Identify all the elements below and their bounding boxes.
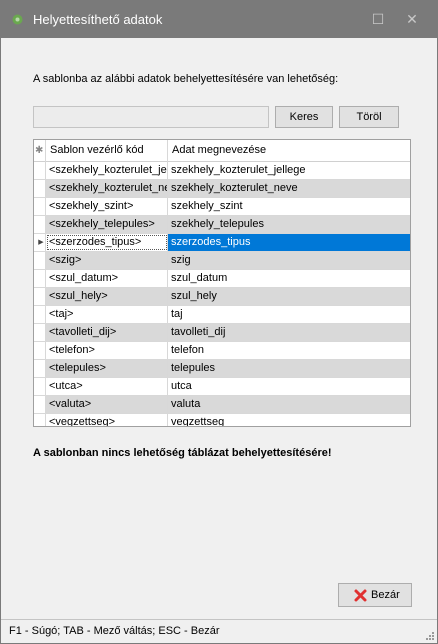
cell-data-name[interactable]: utca	[168, 378, 410, 395]
cell-data-name[interactable]: szerzodes_tipus	[168, 234, 410, 251]
cell-data-name[interactable]: szig	[168, 252, 410, 269]
table-row[interactable]: <szig> szig	[34, 252, 410, 270]
table-row[interactable]: <szekhely_kozterulet_jellege>szekhely_ko…	[34, 162, 410, 180]
search-button[interactable]: Keres	[275, 106, 333, 128]
row-header[interactable]	[34, 360, 46, 377]
row-header[interactable]	[34, 180, 46, 197]
cell-data-name[interactable]: szul_hely	[168, 288, 410, 305]
grid-body: <szekhely_kozterulet_jellege>szekhely_ko…	[34, 162, 410, 426]
cell-template-code[interactable]: <szul_hely>	[46, 288, 168, 305]
cell-data-name[interactable]: tavolleti_dij	[168, 324, 410, 341]
cell-data-name[interactable]: valuta	[168, 396, 410, 413]
table-row[interactable]: <vegzettseg> vegzettseg	[34, 414, 410, 426]
row-header[interactable]	[34, 306, 46, 323]
cell-template-code[interactable]: <vegzettseg>	[46, 414, 168, 426]
column-header-code[interactable]: Sablon vezérlő kód	[46, 140, 168, 162]
cell-template-code[interactable]: <szerzodes_tipus>	[46, 234, 168, 251]
cell-data-name[interactable]: szekhely_telepules	[168, 216, 410, 233]
status-text: F1 - Súgó; TAB - Mező váltás; ESC - Bezá…	[9, 625, 220, 637]
table-row[interactable]: <szul_hely> szul_hely	[34, 288, 410, 306]
close-window-button[interactable]: ✕	[401, 9, 423, 29]
row-header[interactable]	[34, 288, 46, 305]
row-header[interactable]	[34, 378, 46, 395]
grid-header: ✱ Sablon vezérlő kód Adat megnevezése	[34, 140, 410, 162]
row-header[interactable]	[34, 198, 46, 215]
cell-data-name[interactable]: telepules	[168, 360, 410, 377]
app-icon	[12, 14, 23, 25]
cell-data-name[interactable]: szul_datum	[168, 270, 410, 287]
cell-template-code[interactable]: <szig>	[46, 252, 168, 269]
cell-data-name[interactable]: szekhely_kozterulet_jellege	[168, 162, 410, 179]
table-notice: A sablonban nincs lehetőség táblázat beh…	[33, 447, 332, 459]
cell-template-code[interactable]: <szekhely_telepules>	[46, 216, 168, 233]
red-x-icon	[354, 589, 367, 602]
title-bar[interactable]: Helyettesíthető adatok ☐ ✕	[1, 1, 437, 38]
table-row[interactable]: <telepules> telepules	[34, 360, 410, 378]
window-title: Helyettesíthető adatok	[33, 12, 163, 27]
cell-template-code[interactable]: <telepules>	[46, 360, 168, 377]
clear-button[interactable]: Töröl	[339, 106, 399, 128]
cell-data-name[interactable]: taj	[168, 306, 410, 323]
table-row[interactable]: <telefon> telefon	[34, 342, 410, 360]
dialog-window: Helyettesíthető adatok ☐ ✕ A sablonba az…	[0, 0, 438, 644]
close-button[interactable]: Bezár	[338, 583, 412, 607]
cell-template-code[interactable]: <telefon>	[46, 342, 168, 359]
cell-data-name[interactable]: telefon	[168, 342, 410, 359]
table-row[interactable]: <szekhely_telepules> szekhely_telepules	[34, 216, 410, 234]
cell-template-code[interactable]: <utca>	[46, 378, 168, 395]
table-row[interactable]: <taj> taj	[34, 306, 410, 324]
cell-template-code[interactable]: <szekhely_szint>	[46, 198, 168, 215]
cell-template-code[interactable]: <tavolleti_dij>	[46, 324, 168, 341]
data-grid[interactable]: ✱ Sablon vezérlő kód Adat megnevezése <s…	[33, 139, 411, 427]
search-input[interactable]	[33, 106, 269, 128]
table-row[interactable]: <szul_datum> szul_datum	[34, 270, 410, 288]
cell-data-name[interactable]: szekhely_kozterulet_neve	[168, 180, 410, 197]
row-header[interactable]	[34, 270, 46, 287]
row-header[interactable]	[34, 216, 46, 233]
close-button-label: Bezár	[371, 589, 400, 601]
cell-data-name[interactable]: szekhely_szint	[168, 198, 410, 215]
cell-data-name[interactable]: vegzettseg	[168, 414, 410, 426]
row-header[interactable]	[34, 252, 46, 269]
table-row[interactable]: <valuta> valuta	[34, 396, 410, 414]
table-row[interactable]: <utca> utca	[34, 378, 410, 396]
cell-template-code[interactable]: <szul_datum>	[46, 270, 168, 287]
cell-template-code[interactable]: <szekhely_kozterulet_neve>	[46, 180, 168, 197]
table-row[interactable]: <tavolleti_dij> tavolleti_dij	[34, 324, 410, 342]
current-row-indicator-icon[interactable]: ▶	[34, 234, 46, 251]
row-header[interactable]	[34, 414, 46, 426]
table-row[interactable]: <szekhely_kozterulet_neve>szekhely_kozte…	[34, 180, 410, 198]
table-row[interactable]: ▶ <szerzodes_tipus> szerzodes_tipus	[34, 234, 410, 252]
cell-template-code[interactable]: <taj>	[46, 306, 168, 323]
intro-label: A sablonba az alábbi adatok behelyettesí…	[33, 73, 339, 85]
row-header[interactable]	[34, 342, 46, 359]
column-header-name[interactable]: Adat megnevezése	[168, 140, 410, 162]
row-header[interactable]	[34, 396, 46, 413]
row-header[interactable]	[34, 162, 46, 179]
row-header[interactable]	[34, 324, 46, 341]
table-row[interactable]: <szekhely_szint> szekhely_szint	[34, 198, 410, 216]
maximize-button[interactable]: ☐	[367, 9, 389, 29]
status-bar: F1 - Súgó; TAB - Mező váltás; ESC - Bezá…	[1, 619, 437, 643]
resize-grip-icon[interactable]	[425, 631, 435, 641]
new-row-indicator-icon: ✱	[34, 140, 46, 162]
cell-template-code[interactable]: <szekhely_kozterulet_jellege>	[46, 162, 168, 179]
cell-template-code[interactable]: <valuta>	[46, 396, 168, 413]
